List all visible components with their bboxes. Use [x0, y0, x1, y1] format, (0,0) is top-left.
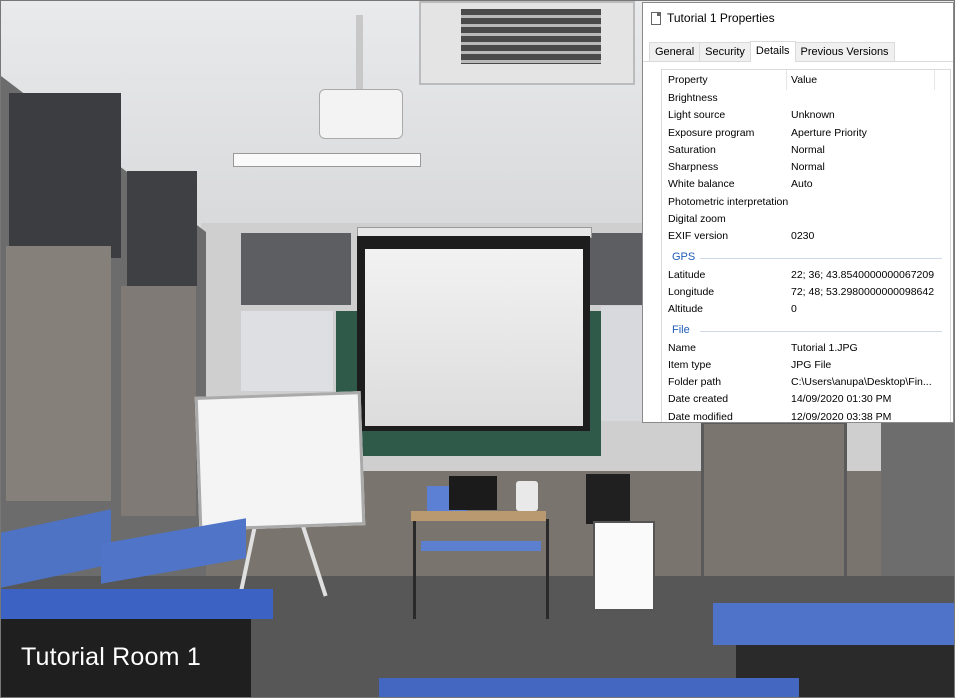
- property-row[interactable]: Saturation Normal: [662, 142, 950, 159]
- property-name: EXIF version: [668, 230, 729, 243]
- property-value: Auto: [791, 178, 813, 191]
- property-value: C:\Users\anupa\Desktop\Fin...: [791, 376, 932, 389]
- teacher-bench: [421, 541, 541, 551]
- glass-panel: [241, 311, 333, 391]
- file-icon: [651, 11, 661, 25]
- property-row[interactable]: Latitude 22; 36; 43.8540000000067209: [662, 267, 950, 284]
- computer-cpu: [586, 474, 630, 524]
- property-name: Sharpness: [668, 161, 719, 174]
- whiteboard: [194, 391, 366, 531]
- property-name: Item type: [668, 358, 712, 371]
- tab-details[interactable]: Details: [749, 41, 796, 62]
- upper-window: [241, 233, 351, 305]
- left-window: [9, 93, 121, 258]
- property-value: 72; 48; 53.2980000000098642: [791, 285, 935, 298]
- tab-previous-versions[interactable]: Previous Versions: [794, 42, 895, 61]
- property-value: JPG File: [791, 358, 832, 371]
- title-bar[interactable]: Tutorial 1 Properties: [643, 3, 953, 33]
- tab-general[interactable]: General: [649, 42, 701, 61]
- cabinet: [593, 521, 655, 611]
- property-name: Name: [668, 341, 697, 354]
- property-row[interactable]: Folder path C:\Users\anupa\Desktop\Fin...: [662, 374, 950, 391]
- tab-security[interactable]: Security: [699, 42, 751, 61]
- bench: [379, 678, 799, 697]
- wall-panel: [121, 286, 196, 516]
- column-header-value[interactable]: Value: [791, 74, 817, 86]
- property-name: Light source: [668, 109, 726, 122]
- property-value: 22; 36; 43.8540000000067209: [791, 268, 935, 281]
- property-name: Longitude: [668, 285, 715, 298]
- door: [701, 421, 847, 602]
- column-header-row: Property Value: [662, 70, 950, 90]
- property-value: 14/09/2020 01:30 PM: [791, 393, 892, 406]
- property-row[interactable]: Item type JPG File: [662, 357, 950, 374]
- property-row[interactable]: EXIF version 0230: [662, 228, 950, 245]
- bench: [1, 589, 273, 619]
- property-name: Date modified: [668, 410, 733, 423]
- property-value: Unknown: [791, 109, 835, 122]
- property-value: Normal: [791, 143, 825, 156]
- property-row[interactable]: Digital zoom: [662, 211, 950, 228]
- column-divider[interactable]: [934, 70, 935, 90]
- property-value: 12/09/2020 03:38 PM: [791, 410, 892, 423]
- property-value: Normal: [791, 161, 825, 174]
- section-divider: [700, 257, 942, 259]
- property-row[interactable]: Date created 14/09/2020 01:30 PM: [662, 391, 950, 408]
- ac-grill: [461, 9, 601, 64]
- left-window: [127, 171, 197, 286]
- property-value: Tutorial 1.JPG: [791, 341, 858, 354]
- property-row[interactable]: Brightness: [662, 90, 950, 107]
- property-row[interactable]: Date modified 12/09/2020 03:38 PM: [662, 409, 950, 423]
- property-value: 0: [791, 303, 797, 316]
- details-list[interactable]: Property Value Brightness Light source Un…: [661, 69, 951, 423]
- table-fan: [516, 481, 538, 511]
- property-name: Latitude: [668, 268, 706, 281]
- property-value: 0230: [791, 230, 815, 243]
- property-name: Saturation: [668, 143, 716, 156]
- property-name: Digital zoom: [668, 213, 726, 226]
- laptop: [449, 476, 497, 510]
- wall-panel: [6, 246, 111, 501]
- desk-frame: [413, 519, 549, 619]
- projector-mount: [356, 15, 363, 95]
- column-header-property[interactable]: Property: [668, 74, 708, 86]
- property-name: Date created: [668, 393, 729, 406]
- property-row[interactable]: Name Tutorial 1.JPG: [662, 340, 950, 357]
- projector: [319, 89, 403, 139]
- property-row[interactable]: Photometric interpretation: [662, 194, 950, 211]
- glass-panel: [601, 306, 646, 421]
- section-label: File: [672, 323, 690, 336]
- property-row[interactable]: Altitude 0: [662, 301, 950, 318]
- dialog-title: Tutorial 1 Properties: [667, 11, 775, 25]
- property-row[interactable]: Sharpness Normal: [662, 159, 950, 176]
- teacher-desk: [411, 511, 546, 521]
- property-name: Folder path: [668, 376, 722, 389]
- column-divider[interactable]: [786, 70, 787, 90]
- section-label: GPS: [672, 250, 696, 263]
- projection-screen: [365, 249, 583, 426]
- property-name: Altitude: [668, 303, 704, 316]
- section-gps: GPS: [662, 246, 950, 267]
- property-value: Aperture Priority: [791, 126, 867, 139]
- property-name: Brightness: [668, 92, 718, 104]
- property-row[interactable]: Light source Unknown: [662, 107, 950, 124]
- property-row[interactable]: Longitude 72; 48; 53.2980000000098642: [662, 284, 950, 301]
- section-divider: [700, 330, 942, 332]
- properties-dialog: Tutorial 1 Properties General Security D…: [642, 2, 954, 423]
- section-file: File: [662, 319, 950, 340]
- upper-window: [586, 233, 646, 305]
- bench: [713, 603, 954, 645]
- property-row[interactable]: White balance Auto: [662, 176, 950, 193]
- property-name: Exposure program: [668, 126, 755, 139]
- tube-light: [233, 153, 421, 167]
- photo-caption: Tutorial Room 1: [21, 643, 201, 671]
- property-name: White balance: [668, 178, 735, 191]
- tab-bar: General Security Details Previous Versio…: [643, 37, 953, 62]
- property-row[interactable]: Exposure program Aperture Priority: [662, 125, 950, 142]
- property-name: Photometric interpretation: [668, 195, 789, 208]
